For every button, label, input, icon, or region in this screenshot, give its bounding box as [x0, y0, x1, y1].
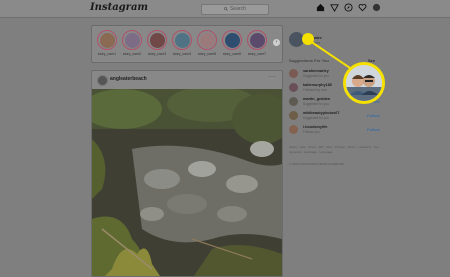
suggestion-avatar[interactable] — [289, 69, 298, 78]
story-ring — [222, 30, 242, 50]
follow-button[interactable]: Follow — [367, 127, 380, 132]
story-ring — [97, 30, 117, 50]
story-item[interactable]: story_user7 — [246, 30, 268, 56]
story-username: story_user4 — [172, 52, 192, 56]
suggestion-subtitle: Follows you — [303, 130, 320, 134]
story-username: story_user6 — [222, 52, 242, 56]
nav-icons — [316, 3, 381, 14]
home-icon[interactable] — [316, 3, 325, 12]
search-placeholder: Search — [230, 6, 246, 12]
story-ring — [147, 30, 167, 50]
story-ring — [172, 30, 192, 50]
suggestion-username[interactable]: martin_gedden — [303, 97, 330, 101]
story-username: story_user2 — [122, 52, 142, 56]
feed-post: angleaterbeach ··· — [91, 70, 283, 277]
search-input[interactable]: Search — [201, 4, 269, 15]
story-ring — [122, 30, 142, 50]
story-username: story_user7 — [247, 52, 267, 56]
suggestion-username[interactable]: sarahmmarley — [303, 69, 329, 73]
post-photo[interactable] — [92, 89, 282, 277]
story-avatar — [224, 32, 240, 48]
suggestion-subtitle: Followed by user — [303, 88, 328, 92]
suggestion-username[interactable]: wildbeautyphotos67 — [303, 111, 340, 115]
suggestion-avatar[interactable] — [289, 125, 298, 134]
story-ring — [197, 30, 217, 50]
story-item[interactable]: story_user4 — [171, 30, 193, 56]
suggestion-avatar[interactable] — [289, 97, 298, 106]
story-avatar — [174, 32, 190, 48]
story-avatar — [199, 32, 215, 48]
story-item[interactable]: story_user6 — [221, 30, 243, 56]
story-avatar — [124, 32, 140, 48]
highlight-marker-dot — [302, 33, 314, 45]
suggestion-item: i.hoodsmylife Follows you Follow — [289, 124, 381, 136]
profile-photo-zoom — [346, 65, 382, 101]
suggestion-subtitle: Suggested for you — [303, 74, 329, 78]
post-author-avatar[interactable] — [97, 75, 108, 86]
follow-button[interactable]: Follow — [367, 113, 380, 118]
story-ring — [247, 30, 267, 50]
story-username: story_user3 — [147, 52, 167, 56]
suggestion-username[interactable]: katiemurphy180 — [303, 83, 332, 87]
suggestion-username[interactable]: i.hoodsmylife — [303, 125, 327, 129]
stories-next-arrow-icon[interactable]: › — [273, 39, 280, 46]
direct-messages-icon[interactable] — [330, 3, 339, 12]
footer-links[interactable]: About · Help · Press · API · Jobs · Priv… — [289, 145, 379, 155]
search-icon — [224, 7, 228, 11]
activity-heart-icon[interactable] — [358, 3, 367, 12]
story-avatar — [249, 32, 265, 48]
post-more-options-icon[interactable]: ··· — [269, 74, 277, 80]
suggestion-avatar[interactable] — [289, 111, 298, 120]
top-navigation-bar: Instagram Search — [0, 0, 450, 18]
suggestion-subtitle: Suggested for you — [303, 116, 329, 120]
suggestion-avatar[interactable] — [289, 83, 298, 92]
footer-copyright: © 2021 INSTAGRAM FROM FACEBOOK — [289, 162, 345, 166]
story-avatar — [99, 32, 115, 48]
story-item[interactable]: story_user3 — [146, 30, 168, 56]
story-avatar — [149, 32, 165, 48]
story-item[interactable]: story_user5 — [196, 30, 218, 56]
stories-tray: story_user1 story_user2 story_user3 stor… — [91, 25, 283, 63]
profile-avatar-icon[interactable] — [372, 3, 381, 12]
story-item[interactable]: story_user2 — [121, 30, 143, 56]
post-author-username[interactable]: angleaterbeach — [110, 76, 147, 82]
suggestion-subtitle: Suggested for you — [303, 102, 329, 106]
story-username: story_user1 — [97, 52, 117, 56]
story-username: story_user5 — [197, 52, 217, 56]
instagram-logo[interactable]: Instagram — [90, 2, 148, 13]
story-item[interactable]: story_user1 — [96, 30, 118, 56]
suggestions-heading: Suggestions For You — [289, 58, 329, 63]
post-header: angleaterbeach ··· — [92, 71, 282, 89]
highlight-zoom-avatar — [343, 62, 385, 104]
suggestion-item: wildbeautyphotos67 Suggested for you Fol… — [289, 110, 381, 122]
explore-icon[interactable] — [344, 3, 353, 12]
